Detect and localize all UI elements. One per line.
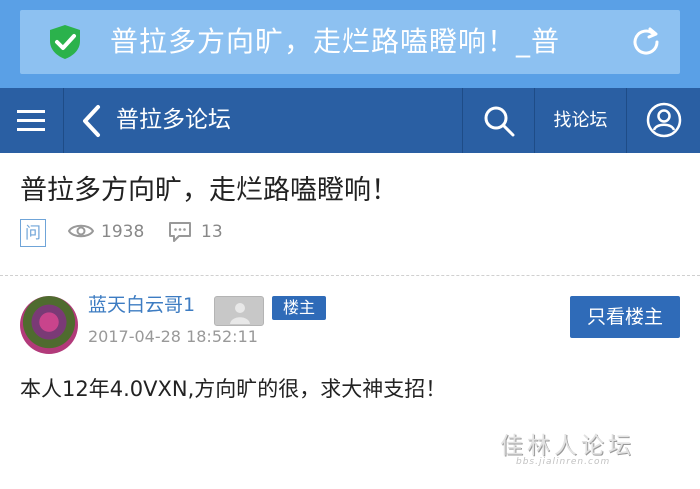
watermark-url: bbs.jialinren.com xyxy=(516,457,611,467)
user-button[interactable] xyxy=(626,88,700,153)
menu-icon xyxy=(17,110,45,131)
username[interactable]: 蓝天白云哥1 xyxy=(88,293,195,317)
thread-title: 普拉多方向旷，走烂路嗑瞪响！ xyxy=(20,175,398,206)
watermark-logo: 佳林人论坛 xyxy=(500,433,635,459)
search-button[interactable] xyxy=(462,88,534,153)
chevron-left-icon[interactable] xyxy=(78,104,104,138)
post-body: 本人12年4.0VXN,方向旷的很，求大神支招！ xyxy=(20,377,447,401)
user-silhouette-icon xyxy=(230,303,250,324)
avatar[interactable] xyxy=(20,296,78,354)
eye-icon xyxy=(67,222,95,244)
browser-toolbar: 普拉多方向旷，走烂路嗑瞪响！_普 xyxy=(0,0,700,88)
menu-button[interactable] xyxy=(0,88,64,153)
divider xyxy=(0,275,700,276)
post-time: 2017-04-28 18:52:11 xyxy=(88,327,258,346)
address-bar[interactable]: 普拉多方向旷，走烂路嗑瞪响！_普 xyxy=(20,10,680,74)
find-forum-button[interactable]: 找论坛 xyxy=(534,88,626,153)
shield-check-icon xyxy=(48,24,82,60)
forum-title[interactable]: 普拉多论坛 xyxy=(116,102,231,138)
question-badge: 问 xyxy=(20,219,46,247)
user-icon xyxy=(646,102,682,138)
views-count: 1938 xyxy=(101,222,145,242)
forum-navbar: 普拉多论坛 找论坛 xyxy=(0,88,700,153)
search-icon xyxy=(484,106,515,137)
url-text[interactable]: 普拉多方向旷，走烂路嗑瞪响！_普 xyxy=(110,23,610,61)
comments-count: 13 xyxy=(201,222,223,242)
user-level-badge xyxy=(214,296,264,326)
comment-icon xyxy=(168,221,192,247)
reload-icon[interactable] xyxy=(628,24,664,60)
owner-tag: 楼主 xyxy=(272,296,326,320)
only-owner-button[interactable]: 只看楼主 xyxy=(570,296,680,338)
